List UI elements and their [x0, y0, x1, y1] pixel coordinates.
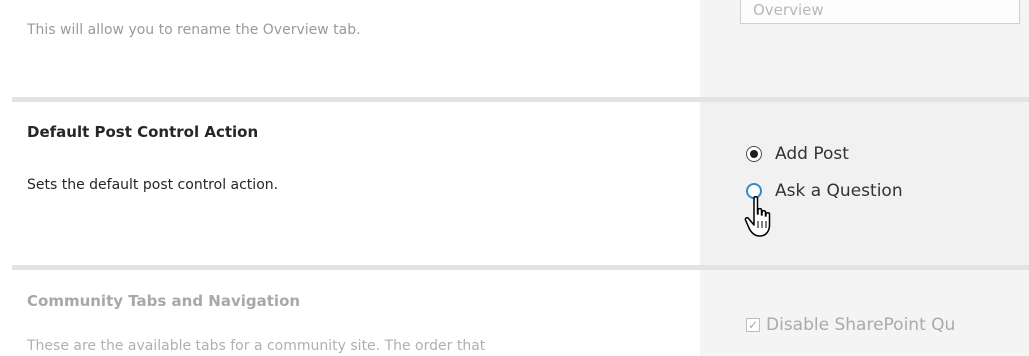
section-description: Sets the default post control action.: [27, 177, 279, 193]
overview-description: This will allow you to rename the Overvi…: [27, 22, 361, 38]
overview-tab-name-input[interactable]: Overview: [740, 0, 1020, 24]
radio-option-ask-question[interactable]: Ask a Question: [746, 181, 903, 201]
ask-question-label[interactable]: Ask a Question: [775, 181, 903, 201]
radio-option-add-post[interactable]: Add Post: [746, 144, 849, 164]
community-tabs-description-panel: Community Tabs and Navigation These are …: [0, 270, 700, 356]
disable-sharepoint-label[interactable]: Disable SharePoint Qu: [766, 315, 955, 335]
overview-rename-section: This will allow you to rename the Overvi…: [0, 0, 1029, 97]
add-post-label[interactable]: Add Post: [775, 144, 849, 164]
disable-sharepoint-checkbox[interactable]: ✓: [746, 318, 760, 332]
section-description: These are the available tabs for a commu…: [27, 338, 486, 354]
community-tabs-options-panel: [700, 270, 1029, 356]
section-title: Community Tabs and Navigation: [27, 292, 301, 310]
disable-sharepoint-checkbox-row[interactable]: ✓ Disable SharePoint Qu: [746, 315, 955, 335]
section-title: Default Post Control Action: [27, 123, 259, 141]
post-control-description-panel: Default Post Control Action Sets the def…: [0, 102, 700, 265]
add-post-radio[interactable]: [746, 146, 762, 162]
overview-description-panel: This will allow you to rename the Overvi…: [0, 0, 700, 97]
community-tabs-section: Community Tabs and Navigation These are …: [0, 270, 1029, 356]
ask-question-radio[interactable]: [746, 183, 762, 199]
